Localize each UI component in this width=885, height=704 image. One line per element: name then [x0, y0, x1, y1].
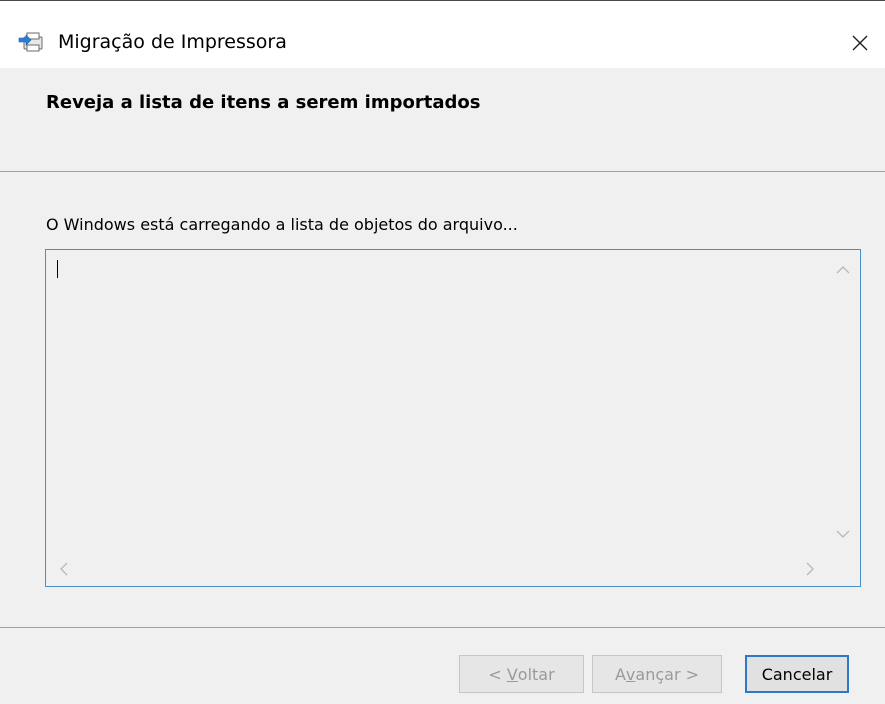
- chevron-right-icon: [806, 562, 814, 576]
- close-icon: [852, 35, 868, 51]
- next-button-accelerator: v: [625, 664, 636, 684]
- printer-migration-dialog: Migração de Impressora Reveja a lista de…: [0, 0, 885, 704]
- vertical-scrollbar[interactable]: [826, 250, 860, 552]
- footer-divider: [0, 627, 885, 628]
- cancel-button[interactable]: Cancelar: [745, 655, 849, 693]
- text-caret: [57, 260, 58, 278]
- chevron-up-icon: [836, 266, 850, 274]
- back-button[interactable]: < Voltar: [459, 655, 584, 693]
- title-bar[interactable]: Migração de Impressora: [0, 0, 885, 68]
- import-items-list[interactable]: [45, 249, 861, 587]
- scroll-down-button[interactable]: [833, 524, 853, 544]
- scroll-right-button[interactable]: [800, 559, 820, 579]
- page-heading: Reveja a lista de itens a serem importad…: [46, 92, 481, 113]
- next-button-rest: ançar >: [635, 664, 700, 684]
- scroll-up-button[interactable]: [833, 260, 853, 280]
- header-divider: [0, 171, 885, 172]
- scrollbar-corner: [826, 552, 860, 586]
- chevron-down-icon: [836, 530, 850, 538]
- window-title: Migração de Impressora: [58, 31, 287, 53]
- next-button-prefix: A: [614, 664, 626, 684]
- loading-status-text: O Windows está carregando a lista de obj…: [46, 215, 518, 234]
- back-button-rest: oltar: [517, 664, 555, 684]
- printer-migration-icon: [18, 29, 44, 53]
- back-button-prefix: <: [488, 664, 507, 684]
- close-button[interactable]: [838, 23, 882, 63]
- next-button[interactable]: Av ançar >: [592, 655, 722, 693]
- horizontal-scrollbar[interactable]: [46, 552, 828, 586]
- wizard-header: Reveja a lista de itens a serem importad…: [0, 68, 885, 171]
- scroll-left-button[interactable]: [54, 559, 74, 579]
- back-button-accelerator: V: [506, 664, 518, 684]
- cancel-button-label: Cancelar: [761, 664, 833, 684]
- chevron-left-icon: [60, 562, 68, 576]
